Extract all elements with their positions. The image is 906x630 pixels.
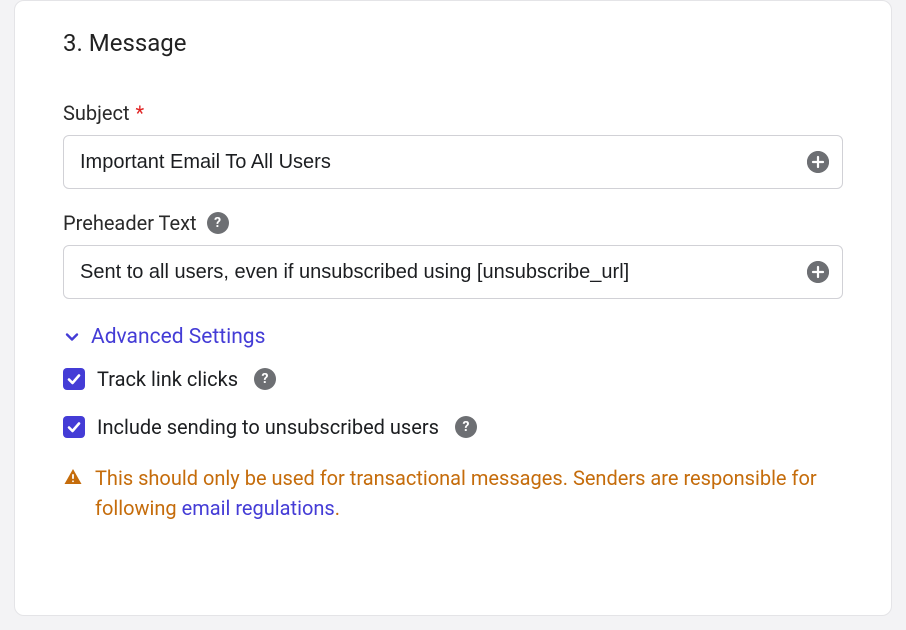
subject-label: Subject [63,101,130,125]
track-link-clicks-label: Track link clicks [97,367,238,391]
subject-label-row: Subject * [63,101,843,125]
warning-row: This should only be used for transaction… [63,463,843,523]
preheader-input-wrap [63,245,843,299]
preheader-insert-variable-button[interactable] [807,261,829,283]
warning-icon [63,467,83,491]
plus-circle-icon [807,151,829,173]
include-unsub-checkbox[interactable] [63,416,85,438]
chevron-down-icon [63,328,81,346]
section-title: 3. Message [63,29,843,57]
plus-circle-icon [807,261,829,283]
preheader-field: Preheader Text ? [63,211,843,299]
track-link-clicks-checkbox[interactable] [63,368,85,390]
message-section-card: 3. Message Subject * Preheader Text ? [14,0,892,616]
advanced-settings-toggle[interactable]: Advanced Settings [63,325,843,349]
track-link-clicks-help-icon[interactable]: ? [254,368,276,390]
subject-field: Subject * [63,101,843,189]
check-icon [66,371,82,387]
advanced-settings-label: Advanced Settings [91,325,265,349]
subject-input-wrap [63,135,843,189]
preheader-label: Preheader Text [63,211,197,235]
preheader-input[interactable] [63,245,843,299]
required-marker: * [136,101,145,125]
include-unsub-row: Include sending to unsubscribed users ? [63,415,843,439]
include-unsub-label: Include sending to unsubscribed users [97,415,439,439]
track-link-clicks-row: Track link clicks ? [63,367,843,391]
preheader-help-icon[interactable]: ? [207,212,229,234]
email-regulations-link[interactable]: email regulations [182,496,335,520]
subject-input[interactable] [63,135,843,189]
include-unsub-help-icon[interactable]: ? [455,416,477,438]
warning-text: This should only be used for transaction… [95,463,843,523]
warning-text-b: . [335,496,340,520]
preheader-label-row: Preheader Text ? [63,211,843,235]
check-icon [66,419,82,435]
subject-insert-variable-button[interactable] [807,151,829,173]
